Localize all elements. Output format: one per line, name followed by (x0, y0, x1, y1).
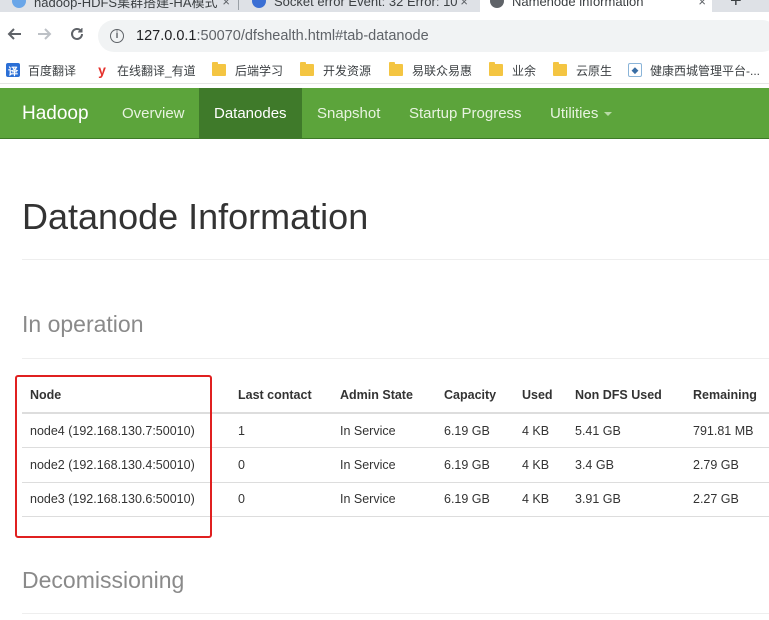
site-icon: ◆ (628, 63, 642, 77)
column-header-node[interactable]: Node (22, 377, 230, 414)
hadoop-navbar: Hadoop Overview Datanodes Snapshot Start… (0, 88, 769, 139)
close-tab-icon[interactable]: × (222, 0, 230, 9)
bookmark-label: 易联众易惠 (412, 63, 473, 78)
folder-icon (553, 62, 567, 76)
baidu-translate-icon: 译 (6, 63, 20, 78)
bookmark-folder[interactable]: 易联众易惠 (389, 61, 472, 79)
cell-node: node2 (192.168.130.4:50010) (22, 447, 230, 483)
cell-used: 4 KB (514, 447, 567, 483)
tab-title: hadoop-HDFS集群搭建-HA模式 (34, 0, 218, 10)
bookmark-folder[interactable]: 开发资源 (300, 61, 371, 79)
browser-toolbar: i 127.0.0.1:50070/dfshealth.html#tab-dat… (0, 12, 769, 56)
page-title: Datanode Information (22, 196, 369, 237)
cell-capacity: 6.19 GB (436, 447, 514, 483)
cell-non-dfs-used: 5.41 GB (567, 413, 685, 448)
folder-icon (489, 62, 503, 76)
cell-last-contact: 0 (230, 447, 332, 483)
cell-node: node4 (192.168.130.7:50010) (22, 413, 230, 448)
column-header-non-dfs-used[interactable]: Non DFS Used (567, 377, 685, 414)
folder-icon (212, 62, 226, 76)
tab-divider (238, 0, 239, 10)
cell-last-contact: 0 (230, 482, 332, 517)
section-heading-decommissioning: Decomissioning (22, 567, 185, 593)
cell-used: 4 KB (514, 482, 567, 517)
bookmark-item[interactable]: ◆ 健康西城管理平台-... (628, 61, 760, 79)
url-host: 127.0.0.1 (136, 28, 197, 44)
bookmark-label: 在线翻译_有道 (117, 63, 196, 78)
cell-admin-state: In Service (332, 413, 436, 448)
column-header-capacity[interactable]: Capacity (436, 377, 514, 414)
site-info-icon[interactable]: i (110, 29, 124, 43)
datanode-table: Node Last contact Admin State Capacity U… (22, 377, 769, 517)
divider (22, 358, 769, 359)
reload-icon[interactable] (63, 20, 91, 48)
bookmark-item[interactable]: y 在线翻译_有道 (95, 61, 196, 79)
cell-node: node3 (192.168.130.6:50010) (22, 482, 230, 517)
nav-startup-progress[interactable]: Startup Progress (394, 88, 537, 139)
browser-tab[interactable]: Socket error Event: 32 Error: 10 × (252, 0, 468, 12)
column-header-last-contact[interactable]: Last contact (230, 377, 332, 414)
cell-capacity: 6.19 GB (436, 413, 514, 448)
cell-non-dfs-used: 3.91 GB (567, 482, 685, 517)
divider (22, 259, 769, 260)
nav-overview[interactable]: Overview (107, 88, 200, 139)
bookmark-folder[interactable]: 云原生 (553, 61, 612, 79)
bookmark-label: 后端学习 (235, 63, 284, 78)
bookmark-folder[interactable]: 后端学习 (212, 61, 283, 79)
section-heading-in-operation: In operation (22, 311, 144, 337)
cell-remaining: 2.27 GB (685, 482, 769, 517)
tab-title: Socket error Event: 32 Error: 10 (274, 0, 458, 9)
new-tab-icon[interactable]: + (730, 0, 742, 12)
divider (22, 613, 769, 614)
nav-utilities[interactable]: Utilities (535, 88, 627, 139)
cell-admin-state: In Service (332, 482, 436, 517)
cell-capacity: 6.19 GB (436, 482, 514, 517)
site-favicon-icon (252, 0, 266, 8)
column-header-remaining[interactable]: Remaining (685, 377, 769, 414)
close-tab-icon[interactable]: × (698, 0, 706, 9)
url-path: :50070/dfshealth.html#tab-datanode (196, 28, 429, 44)
table-row: node2 (192.168.130.4:50010) 0 In Service… (22, 447, 769, 483)
table-row: node3 (192.168.130.6:50010) 0 In Service… (22, 482, 769, 517)
tab-title: Namenode information (512, 0, 644, 9)
folder-icon (300, 62, 314, 76)
bookmark-label: 健康西城管理平台-... (650, 63, 760, 78)
bookmarks-bar: 译 百度翻译 y 在线翻译_有道 后端学习 开发资源 易联众易惠 业余 云原生 … (0, 56, 769, 84)
folder-icon (389, 62, 403, 76)
bookmark-label: 百度翻译 (28, 63, 77, 78)
cell-last-contact: 1 (230, 413, 332, 448)
column-header-used[interactable]: Used (514, 377, 567, 414)
bookmark-label: 开发资源 (323, 63, 372, 78)
nav-utilities-label: Utilities (550, 105, 599, 122)
cell-used: 4 KB (514, 413, 567, 448)
close-tab-icon[interactable]: × (460, 0, 468, 9)
site-favicon-icon (12, 0, 26, 8)
back-arrow-icon[interactable] (0, 20, 28, 48)
bookmark-folder[interactable]: 业余 (489, 61, 536, 79)
browser-tab[interactable]: hadoop-HDFS集群搭建-HA模式 × (12, 0, 230, 12)
column-header-admin-state[interactable]: Admin State (332, 377, 436, 414)
address-bar[interactable]: i 127.0.0.1:50070/dfshealth.html#tab-dat… (98, 20, 769, 52)
nav-snapshot[interactable]: Snapshot (302, 88, 395, 139)
cell-admin-state: In Service (332, 447, 436, 483)
cell-non-dfs-used: 3.4 GB (567, 447, 685, 483)
browser-tab-strip: hadoop-HDFS集群搭建-HA模式 × Socket error Even… (0, 0, 769, 12)
caret-down-icon (604, 112, 613, 117)
table-row: node4 (192.168.130.7:50010) 1 In Service… (22, 413, 769, 448)
globe-icon (490, 0, 504, 8)
nav-datanodes[interactable]: Datanodes (199, 88, 302, 139)
bookmark-label: 业余 (512, 63, 537, 78)
youdao-icon: y (98, 62, 106, 78)
bookmark-label: 云原生 (576, 63, 613, 78)
cell-remaining: 791.81 MB (685, 413, 769, 448)
browser-tab-active[interactable]: Namenode information × (480, 0, 712, 12)
cell-remaining: 2.79 GB (685, 447, 769, 483)
forward-arrow-icon[interactable] (31, 20, 59, 48)
bookmark-item[interactable]: 译 百度翻译 (6, 61, 76, 79)
table-header-row: Node Last contact Admin State Capacity U… (22, 377, 769, 414)
brand-logo[interactable]: Hadoop (22, 88, 89, 139)
